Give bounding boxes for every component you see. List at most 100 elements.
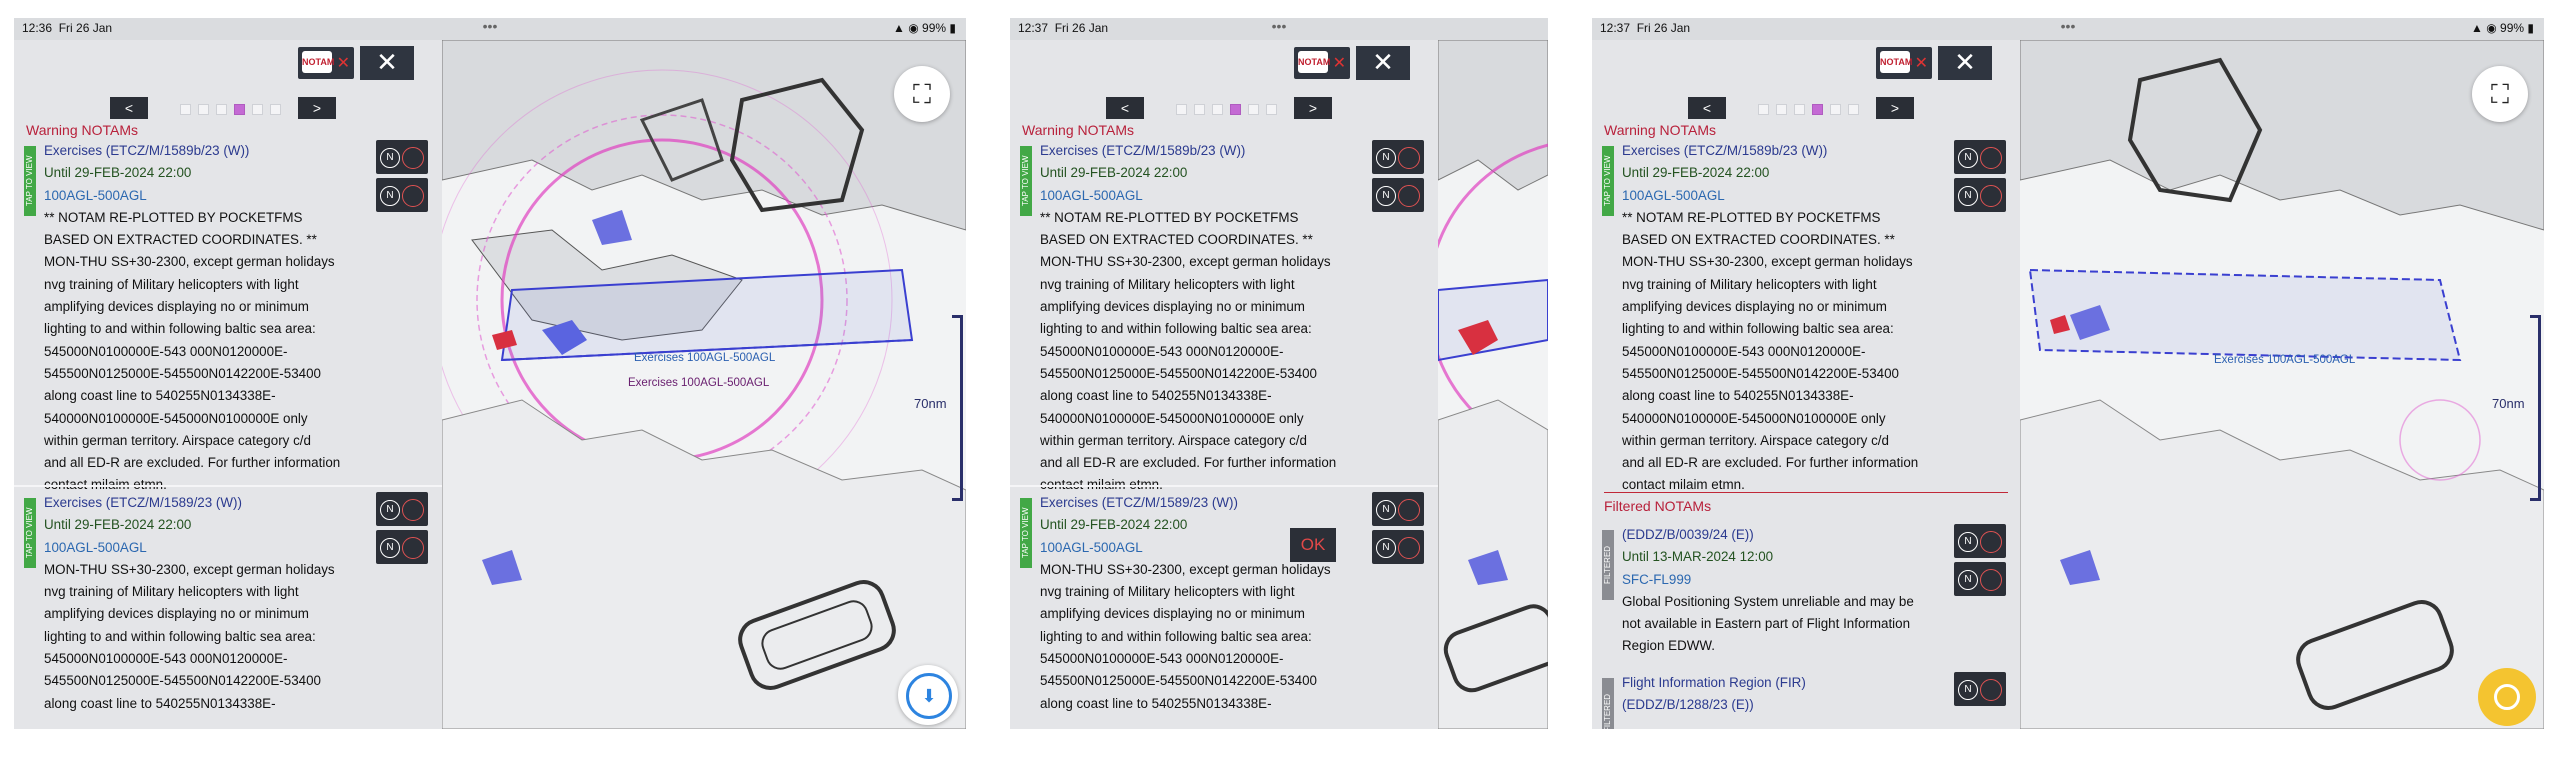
notam-line: Global Positioning System unreliable and…: [1622, 593, 1914, 609]
page-dot-6[interactable]: [1848, 104, 1859, 115]
map-label-exercises[interactable]: Exercises 100AGL-500AGL: [2214, 354, 2355, 366]
multitask-dots[interactable]: •••: [2061, 18, 2076, 34]
next-page-button[interactable]: >: [298, 97, 336, 119]
multitask-dots[interactable]: •••: [483, 18, 498, 34]
status-bar: 12:37 Fri 26 Jan •••: [1010, 18, 1548, 40]
page-dot-5[interactable]: [1248, 104, 1259, 115]
tap-to-view-tab[interactable]: TAP TO VIEW: [1602, 146, 1614, 216]
filtered-tab[interactable]: FILTERED: [1602, 678, 1614, 729]
close-button[interactable]: ✕: [360, 46, 414, 80]
notam-altitude: 100AGL-500AGL: [44, 539, 147, 555]
close-button[interactable]: ✕: [1938, 46, 1992, 80]
next-page-button[interactable]: >: [1876, 97, 1914, 119]
page-dot-2[interactable]: [1776, 104, 1787, 115]
page-dot-1[interactable]: [1758, 104, 1769, 115]
notam-hide-button[interactable]: N: [1372, 492, 1424, 526]
multitask-dots[interactable]: •••: [1272, 18, 1287, 34]
map-label-exercises[interactable]: Exercises 100AGL-500AGL: [634, 352, 775, 364]
notam-altitude: 100AGL-500AGL: [44, 187, 147, 203]
page-dot-6[interactable]: [270, 104, 281, 115]
page-dot-5[interactable]: [1830, 104, 1841, 115]
airspace-map[interactable]: [1438, 40, 1548, 729]
status-battery: ▲ ◉ 99% ▮: [2471, 21, 2534, 35]
fullscreen-button[interactable]: ⛶: [2472, 66, 2528, 122]
page-dot-6[interactable]: [1266, 104, 1277, 115]
notam-filter-button[interactable]: N: [1372, 178, 1424, 212]
notam-line: ** NOTAM RE-PLOTTED BY POCKETFMS: [1040, 209, 1299, 225]
hide-icon: [1980, 147, 2002, 169]
notam-line: MON-THU SS+30-2300, except german holida…: [1622, 254, 1913, 270]
location-button[interactable]: [2478, 668, 2536, 726]
map-view[interactable]: Exercises 100AGL-500AGL 70nm ⛶: [2020, 40, 2544, 729]
page-dot-5[interactable]: [252, 104, 263, 115]
close-button[interactable]: ✕: [1356, 46, 1410, 80]
notam-hide-button[interactable]: N: [1372, 140, 1424, 174]
tap-to-view-tab[interactable]: TAP TO VIEW: [24, 498, 36, 568]
prev-page-button[interactable]: <: [110, 97, 148, 119]
notam-hide-button[interactable]: N: [1954, 672, 2006, 706]
notam-line: and all ED-R are excluded. For further i…: [1622, 455, 1919, 471]
map-view[interactable]: Exercises 100AGL-500AGL Exercises 100AGL…: [442, 40, 966, 729]
notam-line: within german territory. Airspace catego…: [44, 432, 311, 448]
notam-header[interactable]: Exercises (ETCZ/M/1589/23 (W)): [1040, 492, 1331, 514]
page-dot-3[interactable]: [1794, 104, 1805, 115]
notam-altitude: 100AGL-500AGL: [1040, 539, 1143, 555]
status-time: 12:37 Fri 26 Jan: [1018, 21, 1109, 35]
map-label-exercises-2[interactable]: Exercises 100AGL-500AGL: [628, 377, 769, 389]
map-view[interactable]: [1438, 40, 1548, 729]
notam-body: Exercises (ETCZ/M/1589/23 (W)) Until 29-…: [1040, 492, 1331, 715]
hide-icon: [1398, 499, 1420, 521]
wrench-icon: ✕: [336, 55, 350, 72]
download-button[interactable]: ⬇: [898, 665, 958, 725]
prev-page-button[interactable]: <: [1688, 97, 1726, 119]
filtered-tab[interactable]: FILTERED: [1602, 530, 1614, 600]
notam-line: and all ED-R are excluded. For further i…: [44, 455, 341, 471]
notam-toggle-button[interactable]: NOTAM ✕: [298, 47, 354, 79]
notam-hide-button[interactable]: N: [1954, 140, 2006, 174]
notam-toggle-button[interactable]: NOTAM ✕: [1876, 47, 1932, 79]
notam-header[interactable]: Exercises (ETCZ/M/1589b/23 (W)): [44, 140, 340, 162]
notam-hide-button[interactable]: N: [376, 492, 428, 526]
notam-header[interactable]: Exercises (ETCZ/M/1589b/23 (W)): [1622, 140, 1918, 162]
notam-hide-button[interactable]: N: [1954, 524, 2006, 558]
notam-header[interactable]: (EDDZ/B/0039/24 (E)): [1622, 524, 1914, 546]
notam-line: 540000N0100000E-545000N0100000E only: [1040, 410, 1304, 426]
notam-header[interactable]: Exercises (ETCZ/M/1589/23 (W)): [44, 492, 335, 514]
notam-n-icon: N: [1958, 148, 1978, 168]
notam-line: lighting to and within following baltic …: [1040, 321, 1312, 337]
page-dot-3[interactable]: [1212, 104, 1223, 115]
notam-toggle-button[interactable]: NOTAM ✕: [1294, 47, 1350, 79]
page-dot-4-active[interactable]: [1812, 104, 1823, 115]
notam-n-icon: N: [1958, 570, 1978, 590]
notam-line: ** NOTAM RE-PLOTTED BY POCKETFMS: [1622, 209, 1881, 225]
page-dot-1[interactable]: [180, 104, 191, 115]
download-icon: ⬇: [906, 673, 952, 719]
notam-line: amplifying devices displaying no or mini…: [44, 606, 309, 622]
notam-filter-button[interactable]: N: [1372, 530, 1424, 564]
tap-to-view-tab[interactable]: TAP TO VIEW: [1020, 498, 1032, 568]
page-dot-3[interactable]: [216, 104, 227, 115]
notam-filter-button[interactable]: N: [376, 178, 428, 212]
airspace-map[interactable]: [2020, 40, 2544, 729]
page-dot-1[interactable]: [1176, 104, 1187, 115]
fullscreen-button[interactable]: ⛶: [894, 66, 950, 122]
next-page-button[interactable]: >: [1294, 97, 1332, 119]
notam-validity: Until 13-MAR-2024 12:00: [1622, 549, 1774, 565]
page-dot-4-active[interactable]: [234, 104, 245, 115]
page-dot-4-active[interactable]: [1230, 104, 1241, 115]
prev-page-button[interactable]: <: [1106, 97, 1144, 119]
page-dot-2[interactable]: [198, 104, 209, 115]
section-title-warning: Warning NOTAMs: [1604, 122, 1717, 138]
notam-header[interactable]: Exercises (ETCZ/M/1589b/23 (W)): [1040, 140, 1336, 162]
notam-hide-button[interactable]: N: [376, 140, 428, 174]
notam-n-icon: N: [380, 186, 400, 206]
tap-to-view-tab[interactable]: TAP TO VIEW: [24, 146, 36, 216]
notam-header[interactable]: Flight Information Region (FIR): [1622, 672, 1806, 694]
notam-filter-button[interactable]: N: [376, 530, 428, 564]
ok-button[interactable]: OK: [1290, 528, 1336, 562]
tap-to-view-tab[interactable]: TAP TO VIEW: [1020, 146, 1032, 216]
notam-filter-button[interactable]: N: [1954, 562, 2006, 596]
close-icon: ✕: [1372, 47, 1394, 77]
notam-filter-button[interactable]: N: [1954, 178, 2006, 212]
page-dot-2[interactable]: [1194, 104, 1205, 115]
